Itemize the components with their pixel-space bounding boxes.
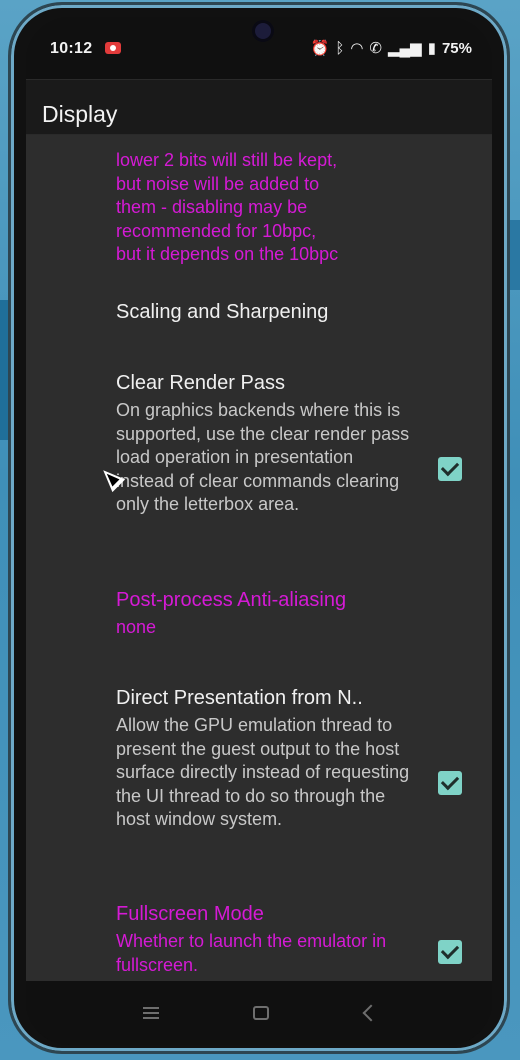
status-icons: ⏰ ᛒ ◠ ✆ ▂▄▆ ▮ 75% [310, 39, 472, 58]
back-button-icon[interactable] [364, 1006, 375, 1020]
post-process-aa-item[interactable]: Post-process Anti-aliasing none [116, 588, 416, 640]
direct-presentation-item[interactable]: Direct Presentation from N.. Allow the G… [116, 686, 416, 832]
call-icon: ✆ [369, 40, 382, 57]
front-camera [255, 23, 271, 39]
clear-render-pass-title: Clear Render Pass [116, 372, 285, 394]
home-button-icon[interactable] [253, 1006, 270, 1020]
direct-presentation-description: Allow the GPU emulation thread to presen… [116, 715, 410, 829]
post-process-aa-value: none [116, 617, 157, 637]
fullscreen-mode-description: Whether to launch the emulator in fullsc… [116, 931, 387, 975]
screen: 10:12 ⏰ ᛒ ◠ ✆ ▂▄▆ ▮ 75% Display lower 2 … [26, 17, 492, 1045]
clear-render-pass-item[interactable]: Clear Render Pass On graphics backends w… [116, 371, 416, 517]
bluetooth-icon: ᛒ [335, 39, 345, 57]
signal-icon: ▂▄▆ [388, 40, 422, 57]
battery-icon: ▮ [427, 40, 436, 57]
fullscreen-mode-checkbox[interactable] [438, 940, 462, 964]
page-title: Display [42, 101, 118, 127]
scaling-sharpening-title: Scaling and Sharpening [116, 301, 329, 323]
post-process-aa-title: Post-process Anti-aliasing [116, 589, 347, 611]
status-time: 10:12 [50, 40, 93, 57]
scaling-sharpening-item[interactable]: Scaling and Sharpening [116, 300, 416, 324]
wifi-icon: ◠ [350, 40, 364, 57]
battery-level: 75% [441, 39, 472, 57]
clear-render-pass-checkbox[interactable] [438, 457, 462, 481]
fullscreen-mode-item[interactable]: Fullscreen Mode Whether to launch the em… [116, 902, 416, 977]
app-bar: Display [26, 79, 492, 135]
screen-record-icon [105, 42, 121, 54]
alarm-icon: ⏰ [310, 40, 330, 57]
dither-description: lower 2 bits will still be kept, but noi… [116, 150, 339, 264]
settings-list[interactable]: lower 2 bits will still be kept, but noi… [26, 135, 492, 981]
fullscreen-mode-title: Fullscreen Mode [116, 903, 264, 925]
dither-setting-tail[interactable]: lower 2 bits will still be kept, but noi… [116, 149, 416, 267]
phone-frame: 10:12 ⏰ ᛒ ◠ ✆ ▂▄▆ ▮ 75% Display lower 2 … [8, 2, 510, 1054]
direct-presentation-checkbox[interactable] [438, 771, 462, 795]
system-nav-bar [26, 981, 492, 1045]
direct-presentation-title: Direct Presentation from N.. [116, 687, 363, 709]
recents-button-icon[interactable] [143, 1007, 160, 1019]
clear-render-pass-description: On graphics backends where this is suppo… [116, 400, 410, 514]
